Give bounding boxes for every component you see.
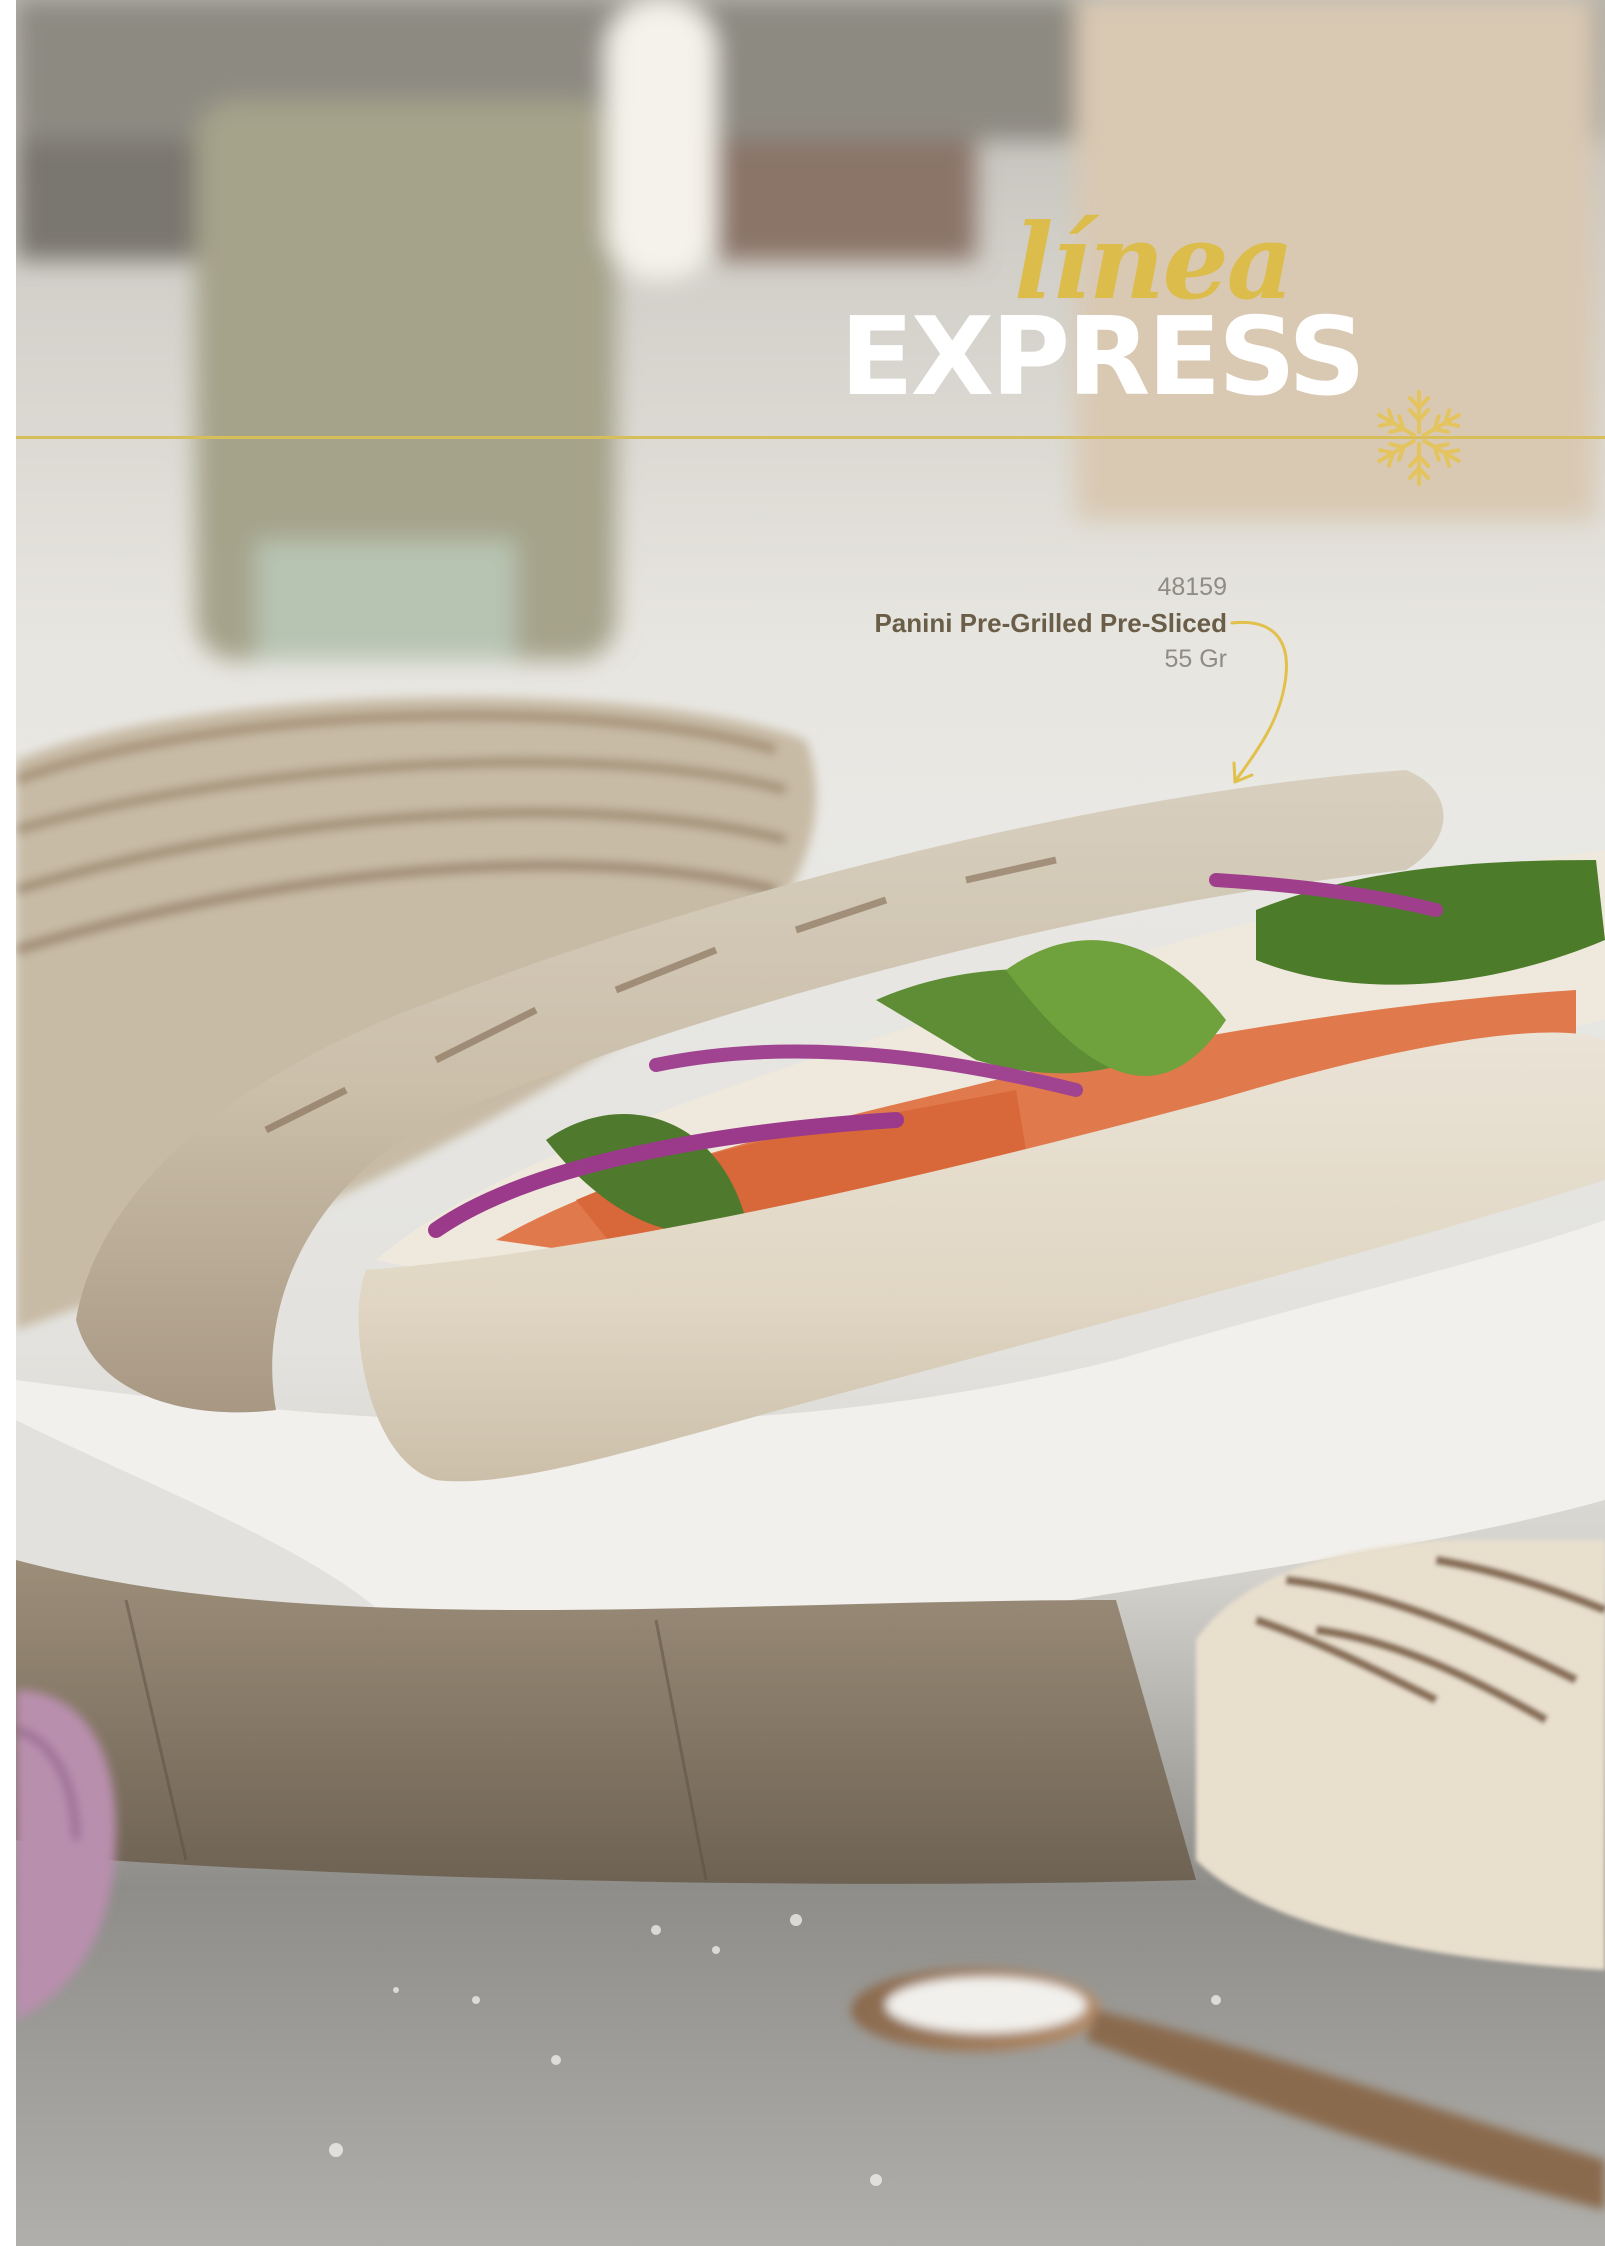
- product-label: 48159 Panini Pre-Grilled Pre-Sliced 55 G…: [874, 570, 1227, 676]
- product-name: Panini Pre-Grilled Pre-Sliced: [874, 608, 1227, 638]
- product-weight: 55 Gr: [1164, 645, 1227, 673]
- brand-logo: línea EXPRESS: [830, 210, 1366, 430]
- wheat-star-emblem-icon: [1377, 390, 1461, 486]
- page-margin: [0, 0, 16, 2246]
- catalog-page: línea EXPRESS 48159 Panini Pre-Grilled P…: [0, 0, 1605, 2246]
- brand-main-text: EXPRESS: [840, 295, 1366, 420]
- curved-arrow-icon: [1230, 620, 1288, 784]
- product-code: 48159: [1157, 573, 1227, 601]
- panini-sandwich-photo: [16, 0, 1605, 2246]
